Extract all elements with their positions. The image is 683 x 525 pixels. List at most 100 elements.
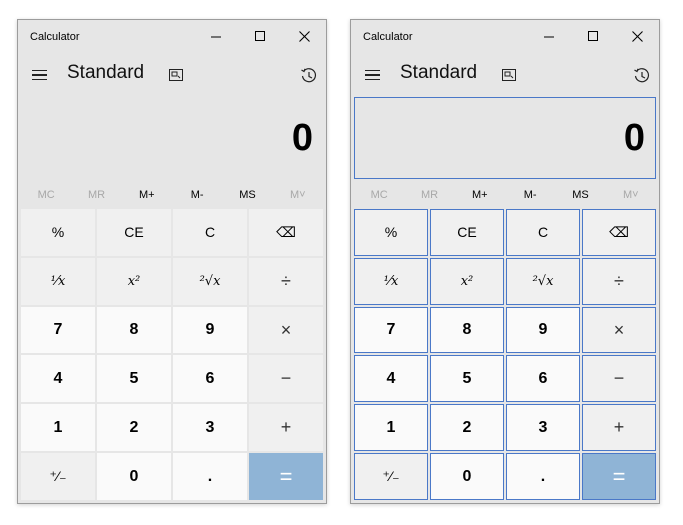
memory-row: MC MR M+ M- MS M˅ (354, 186, 656, 204)
plus-button[interactable]: + (249, 404, 323, 452)
maximize-icon (254, 31, 265, 41)
reciprocal-button[interactable]: ¹⁄x (21, 257, 95, 305)
calculator-window-right: Calculator Standard 0 MC MR M+ M- MS M˅ … (350, 19, 660, 504)
close-button[interactable] (282, 20, 326, 53)
digit-2-button[interactable]: 2 (430, 404, 504, 452)
digit-7-button[interactable]: 7 (354, 306, 428, 354)
keep-on-top-icon[interactable] (499, 65, 519, 85)
decimal-button[interactable]: . (506, 453, 580, 500)
square-root-label: ²√x (199, 273, 221, 289)
history-icon[interactable] (298, 65, 320, 87)
divide-button[interactable]: ÷ (582, 257, 656, 305)
digit-8-button[interactable]: 8 (97, 306, 171, 354)
maximize-button[interactable] (571, 20, 615, 53)
mode-title: Standard (67, 62, 145, 83)
keep-on-top-icon[interactable] (166, 65, 186, 85)
minimize-icon (543, 36, 554, 38)
multiply-button[interactable]: × (582, 306, 656, 354)
memory-store-button[interactable]: MS (555, 186, 605, 204)
digit-5-button[interactable]: 5 (97, 355, 171, 403)
maximize-button[interactable] (238, 20, 282, 53)
memory-recall-button[interactable]: MR (404, 186, 454, 204)
display-value: 0 (291, 116, 313, 159)
square-label: x² (460, 273, 474, 289)
keypad: % CE C ⌫ ¹⁄x x² ²√x ÷ 7 8 9 × 4 5 6 − 1 … (21, 209, 323, 500)
memory-clear-button[interactable]: MC (354, 186, 404, 204)
memory-row: MC MR M+ M- MS M˅ (21, 186, 323, 204)
square-root-button[interactable]: ²√x (506, 257, 580, 305)
digit-2-button[interactable]: 2 (97, 404, 171, 452)
square-label: x² (127, 273, 141, 289)
header: Standard (18, 53, 326, 97)
minus-button[interactable]: − (249, 355, 323, 403)
keypad: % CE C ⌫ ¹⁄x x² ²√x ÷ 7 8 9 × 4 5 6 − 1 … (354, 209, 656, 500)
close-icon (631, 31, 643, 42)
digit-0-button[interactable]: 0 (430, 453, 504, 500)
clear-entry-button[interactable]: CE (430, 209, 504, 256)
plus-button[interactable]: + (582, 404, 656, 452)
digit-0-button[interactable]: 0 (97, 453, 171, 500)
title-bar[interactable]: Calculator (18, 20, 326, 53)
reciprocal-button[interactable]: ¹⁄x (354, 257, 428, 305)
hamburger-menu-icon[interactable] (361, 65, 383, 85)
clear-button[interactable]: C (173, 209, 247, 256)
backspace-button[interactable]: ⌫ (249, 209, 323, 256)
digit-6-button[interactable]: 6 (173, 355, 247, 403)
square-button[interactable]: x² (97, 257, 171, 305)
minimize-button[interactable] (194, 20, 238, 53)
memory-recall-button[interactable]: MR (71, 186, 121, 204)
maximize-icon (587, 31, 598, 41)
decimal-button[interactable]: . (173, 453, 247, 500)
digit-3-button[interactable]: 3 (173, 404, 247, 452)
calculator-window-left: Calculator Standard 0 MC MR M+ M- MS M˅ … (17, 19, 327, 504)
memory-list-button[interactable]: M˅ (606, 186, 656, 204)
digit-9-button[interactable]: 9 (506, 306, 580, 354)
digit-1-button[interactable]: 1 (21, 404, 95, 452)
window-title: Calculator (363, 31, 413, 43)
display: 0 (21, 97, 323, 179)
equals-button[interactable]: = (249, 453, 323, 500)
square-button[interactable]: x² (430, 257, 504, 305)
memory-list-button[interactable]: M˅ (273, 186, 323, 204)
percent-button[interactable]: % (354, 209, 428, 256)
display-value: 0 (623, 116, 645, 159)
history-icon[interactable] (631, 65, 653, 87)
header: Standard (351, 53, 659, 97)
memory-store-button[interactable]: MS (222, 186, 272, 204)
window-title: Calculator (30, 31, 80, 43)
digit-7-button[interactable]: 7 (21, 306, 95, 354)
mode-title: Standard (400, 62, 478, 83)
title-bar[interactable]: Calculator (351, 20, 659, 53)
close-icon (298, 31, 310, 42)
backspace-button[interactable]: ⌫ (582, 209, 656, 256)
memory-add-button[interactable]: M+ (455, 186, 505, 204)
percent-button[interactable]: % (21, 209, 95, 256)
divide-button[interactable]: ÷ (249, 257, 323, 305)
display: 0 (354, 97, 656, 179)
digit-6-button[interactable]: 6 (506, 355, 580, 403)
clear-entry-button[interactable]: CE (97, 209, 171, 256)
digit-5-button[interactable]: 5 (430, 355, 504, 403)
negate-button[interactable]: ⁺⁄₋ (354, 453, 428, 500)
multiply-button[interactable]: × (249, 306, 323, 354)
negate-button[interactable]: ⁺⁄₋ (21, 453, 95, 500)
digit-4-button[interactable]: 4 (354, 355, 428, 403)
memory-add-button[interactable]: M+ (122, 186, 172, 204)
memory-subtract-button[interactable]: M- (505, 186, 555, 204)
minimize-button[interactable] (527, 20, 571, 53)
digit-1-button[interactable]: 1 (354, 404, 428, 452)
close-button[interactable] (615, 20, 659, 53)
equals-button[interactable]: = (582, 453, 656, 500)
reciprocal-label: ¹⁄x (50, 273, 66, 289)
digit-3-button[interactable]: 3 (506, 404, 580, 452)
minimize-icon (210, 36, 221, 38)
square-root-button[interactable]: ²√x (173, 257, 247, 305)
clear-button[interactable]: C (506, 209, 580, 256)
hamburger-menu-icon[interactable] (28, 65, 50, 85)
digit-4-button[interactable]: 4 (21, 355, 95, 403)
memory-subtract-button[interactable]: M- (172, 186, 222, 204)
memory-clear-button[interactable]: MC (21, 186, 71, 204)
minus-button[interactable]: − (582, 355, 656, 403)
digit-8-button[interactable]: 8 (430, 306, 504, 354)
digit-9-button[interactable]: 9 (173, 306, 247, 354)
